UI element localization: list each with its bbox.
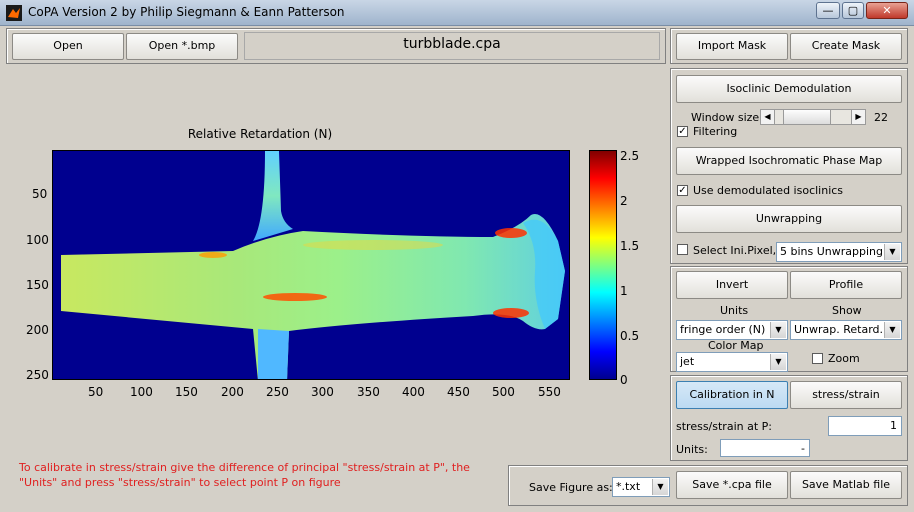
units-select[interactable]: fringe order (N) ▼: [676, 320, 788, 340]
calibration-units-input[interactable]: -: [720, 439, 810, 457]
maximize-icon: ▢: [847, 4, 859, 17]
chevron-down-icon: ▼: [652, 479, 668, 495]
save-cpa-button[interactable]: Save *.cpa file: [676, 471, 788, 499]
x-tick: 350: [357, 385, 380, 399]
use-demodulated-label: Use demodulated isoclinics: [693, 184, 844, 197]
stress-at-p-label: stress/strain at P:: [676, 420, 772, 433]
x-tick: 200: [221, 385, 244, 399]
maximize-button[interactable]: ▢: [842, 2, 864, 19]
open-button[interactable]: Open: [12, 33, 124, 60]
show-select-value: Unwrap. Retard.: [794, 323, 884, 336]
calibration-button[interactable]: Calibration in N: [676, 381, 788, 409]
x-tick: 450: [447, 385, 470, 399]
zoom-label: Zoom: [828, 352, 860, 365]
select-pixel-checkbox[interactable]: [677, 244, 688, 255]
stress-strain-button[interactable]: stress/strain: [790, 381, 902, 409]
minimize-icon: —: [822, 4, 834, 17]
retardation-map: [53, 151, 569, 379]
x-tick: 500: [492, 385, 515, 399]
matlab-icon: [6, 5, 22, 21]
x-tick: 150: [175, 385, 198, 399]
calibration-message: To calibrate in stress/strain give the d…: [19, 461, 470, 489]
x-tick: 550: [538, 385, 561, 399]
profile-button[interactable]: Profile: [790, 271, 902, 299]
unwrapping-button[interactable]: Unwrapping: [676, 205, 902, 233]
bins-select[interactable]: 5 bins Unwrapping ▼: [776, 242, 902, 262]
y-tick: 250: [26, 368, 49, 382]
window-size-label: Window size:: [691, 111, 763, 124]
colorbar-tick: 0.5: [620, 329, 640, 343]
use-demodulated-checkbox[interactable]: ✓: [677, 185, 688, 196]
colormap-select-value: jet: [680, 355, 695, 368]
select-pixel-label: Select Ini.Pixel,: [693, 244, 777, 257]
units-select-value: fringe order (N): [680, 323, 766, 336]
chevron-down-icon: ▼: [770, 354, 786, 370]
colormap-select[interactable]: jet ▼: [676, 352, 788, 372]
colorbar-tick: 0: [620, 373, 628, 387]
window-size-slider[interactable]: ◀ ▶: [760, 109, 866, 125]
show-label: Show: [832, 304, 862, 317]
colorbar-tick: 1.5: [620, 239, 640, 253]
x-tick: 300: [311, 385, 334, 399]
stress-at-p-input[interactable]: 1: [828, 416, 902, 436]
bins-select-value: 5 bins Unwrapping: [780, 245, 883, 258]
colorbar-tick: 2.5: [620, 149, 640, 163]
chevron-down-icon: ▼: [884, 244, 900, 260]
show-select[interactable]: Unwrap. Retard. ▼: [790, 320, 902, 340]
x-tick: 250: [266, 385, 289, 399]
slider-thumb[interactable]: [783, 110, 831, 124]
units-label: Units: [720, 304, 749, 317]
plot-axes[interactable]: [52, 150, 570, 380]
close-icon: ✕: [882, 4, 892, 17]
x-tick: 50: [88, 385, 104, 399]
x-tick: 100: [130, 385, 153, 399]
y-tick: 100: [26, 233, 49, 247]
open-bmp-button[interactable]: Open *.bmp: [126, 33, 238, 60]
wrapped-isochromatic-button[interactable]: Wrapped Isochromatic Phase Map: [676, 147, 902, 175]
colorbar-tick: 2: [620, 194, 628, 208]
chevron-down-icon: ▼: [770, 322, 786, 338]
colormap-label: Color Map: [708, 339, 764, 352]
zoom-checkbox[interactable]: [812, 353, 823, 364]
x-tick: 400: [402, 385, 425, 399]
filtering-checkbox[interactable]: ✓: [677, 126, 688, 137]
chevron-down-icon: ▼: [884, 322, 900, 338]
save-figure-select-value: *.txt: [616, 480, 641, 493]
colorbar-tick: 1: [620, 284, 628, 298]
filename-display: turbblade.cpa: [244, 32, 660, 60]
title-bar: CoPA Version 2 by Philip Siegmann & Eann…: [0, 0, 914, 26]
y-tick: 50: [32, 187, 48, 201]
plot-title: Relative Retardation (N): [187, 127, 333, 141]
slider-left-arrow-icon[interactable]: ◀: [761, 110, 775, 124]
filtering-label: Filtering: [693, 125, 738, 138]
y-tick: 150: [26, 278, 49, 292]
isoclinic-demodulation-button[interactable]: Isoclinic Demodulation: [676, 75, 902, 103]
save-matlab-button[interactable]: Save Matlab file: [790, 471, 902, 499]
invert-button[interactable]: Invert: [676, 271, 788, 299]
slider-right-arrow-icon[interactable]: ▶: [851, 110, 865, 124]
create-mask-button[interactable]: Create Mask: [790, 33, 902, 60]
minimize-button[interactable]: —: [816, 2, 840, 19]
calibration-units-label: Units:: [676, 443, 708, 456]
window-title: CoPA Version 2 by Philip Siegmann & Eann…: [28, 5, 345, 19]
save-figure-select[interactable]: *.txt ▼: [612, 477, 670, 497]
close-button[interactable]: ✕: [866, 2, 908, 19]
save-figure-label: Save Figure as:: [529, 481, 613, 494]
import-mask-button[interactable]: Import Mask: [676, 33, 788, 60]
y-tick: 200: [26, 323, 49, 337]
window-size-value: 22: [874, 111, 888, 124]
colorbar: [589, 150, 617, 380]
